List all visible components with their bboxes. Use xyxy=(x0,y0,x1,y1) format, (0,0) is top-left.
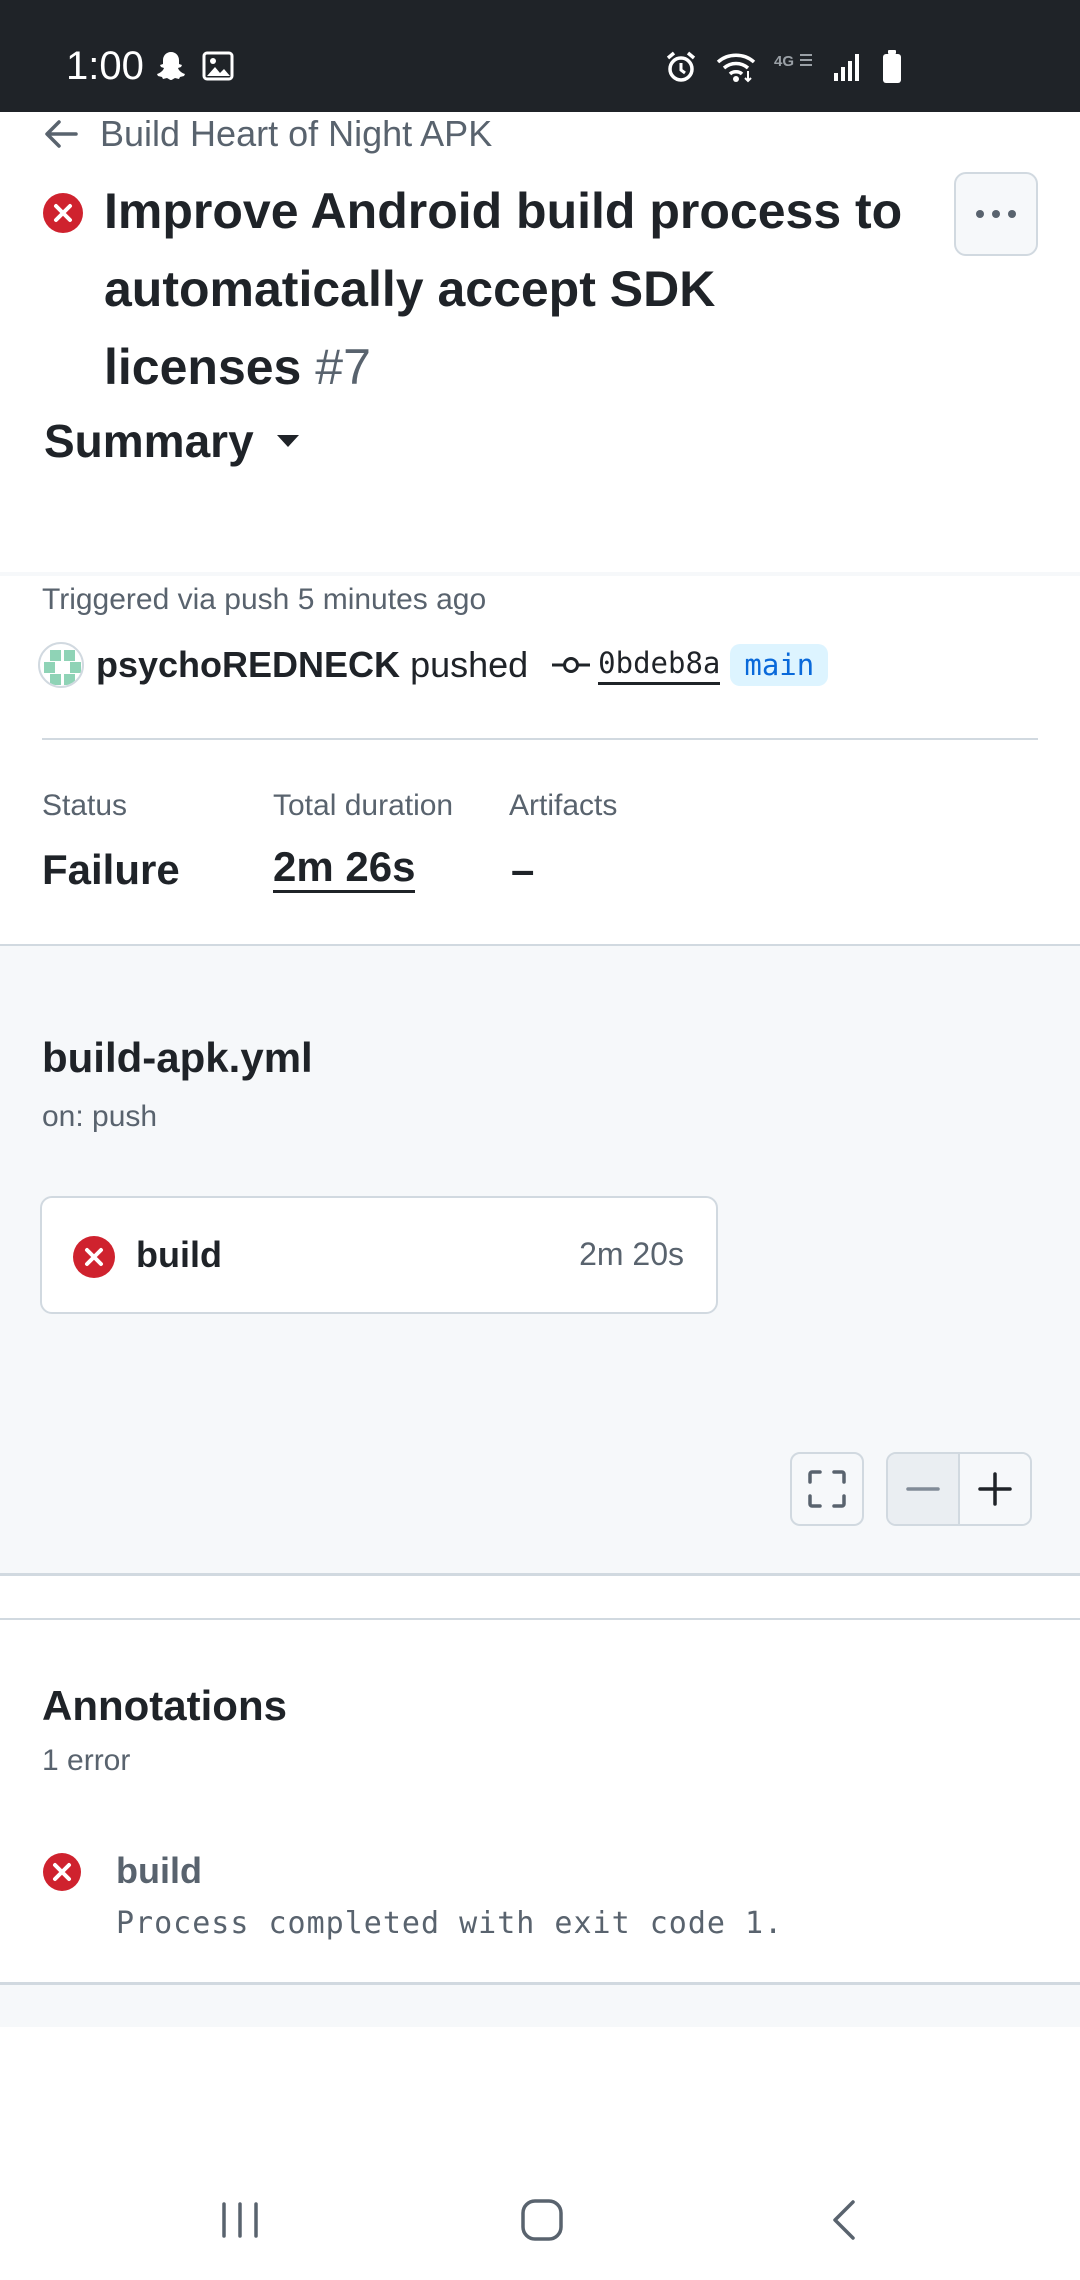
commit-sha-link[interactable]: 0bdeb8a xyxy=(598,646,721,685)
duration-value-link[interactable]: 2m 26s xyxy=(273,844,416,893)
arrow-left-icon xyxy=(45,120,78,148)
kebab-dot xyxy=(992,210,1000,218)
status-value: Failure xyxy=(42,846,180,893)
run-number: #7 xyxy=(315,339,371,395)
git-commit-icon xyxy=(552,657,591,673)
trigger-text: Triggered via push 5 minutes ago xyxy=(42,583,487,616)
zoom-controls xyxy=(886,1452,1032,1526)
job-card[interactable]: build 2m 20s xyxy=(40,1196,718,1314)
duration-label: Total duration xyxy=(273,789,454,822)
status-left-icons xyxy=(156,50,234,82)
run-title: Improve Android build process to automat… xyxy=(104,183,903,395)
dash-icon xyxy=(906,1487,940,1491)
snapchat-icon xyxy=(157,52,185,80)
workflow-file: build-apk.yml xyxy=(42,1034,313,1081)
push-action: pushed xyxy=(410,644,529,685)
job-name: build xyxy=(136,1234,222,1275)
divider xyxy=(42,738,1038,740)
plus-icon xyxy=(978,1472,1012,1506)
user-link[interactable]: psychoREDNECK xyxy=(96,644,400,686)
page-title: Improve Android build process to automat… xyxy=(104,172,924,406)
workflow-trigger: on: push xyxy=(42,1100,158,1133)
zoom-in-button[interactable] xyxy=(960,1454,1030,1524)
status-bar: 1:00 4G xyxy=(0,0,1080,112)
divider xyxy=(0,572,1080,576)
signal-icon xyxy=(834,54,859,81)
lte-icon: 4G xyxy=(774,53,812,70)
screen-full-icon xyxy=(808,1470,846,1508)
recents-button[interactable] xyxy=(200,2188,280,2252)
kebab-horizontal-icon xyxy=(976,210,984,218)
back-link-label: Build Heart of Night APK xyxy=(100,113,493,154)
summary-dropdown[interactable]: Summary xyxy=(44,414,300,468)
x-circle-fill-icon xyxy=(43,193,83,233)
branch-badge[interactable]: main xyxy=(730,644,829,686)
battery-icon xyxy=(883,50,901,83)
annotations-count: 1 error xyxy=(42,1744,131,1777)
pusher-row: psychoREDNECK pushed 0bdeb8a main xyxy=(38,640,829,690)
back-button[interactable] xyxy=(804,2188,884,2252)
annotation-message: Process completed with exit code 1. xyxy=(116,1906,784,1941)
status-time: 1:00 xyxy=(66,44,144,88)
x-circle-fill-icon xyxy=(73,1236,115,1278)
avatar[interactable] xyxy=(38,642,84,688)
triangle-down-icon xyxy=(276,435,299,447)
annotations-title: Annotations xyxy=(42,1682,287,1729)
annotation-job-link[interactable]: build xyxy=(116,1850,202,1892)
artifacts-value: – xyxy=(511,846,535,893)
job-duration: 2m 20s xyxy=(579,1236,684,1272)
divider xyxy=(0,1618,1080,1620)
recents-icon xyxy=(222,2202,258,2238)
chevron-left-icon xyxy=(833,2200,855,2240)
status-label: Status xyxy=(42,789,128,822)
more-options-button[interactable] xyxy=(954,172,1038,256)
alarm-icon xyxy=(666,51,696,82)
workflow-graph: build-apk.yml on: push build 2m 20s xyxy=(0,944,1080,1576)
home-icon xyxy=(521,2199,563,2241)
artifacts-label: Artifacts xyxy=(509,789,618,822)
wifi-icon xyxy=(716,53,756,83)
image-icon xyxy=(202,51,234,81)
x-circle-fill-icon xyxy=(43,1853,81,1891)
kebab-dot xyxy=(1008,210,1016,218)
summary-label: Summary xyxy=(44,415,254,467)
section-footer xyxy=(0,1985,1080,2027)
status-right-icons: 4G xyxy=(664,50,902,84)
zoom-out-button[interactable] xyxy=(888,1454,960,1524)
home-button[interactable] xyxy=(502,2188,582,2252)
navigation-bar xyxy=(0,2160,1080,2280)
back-link[interactable]: Build Heart of Night APK xyxy=(44,112,492,156)
network-label: 4G xyxy=(774,53,794,70)
fullscreen-button[interactable] xyxy=(790,1452,864,1526)
